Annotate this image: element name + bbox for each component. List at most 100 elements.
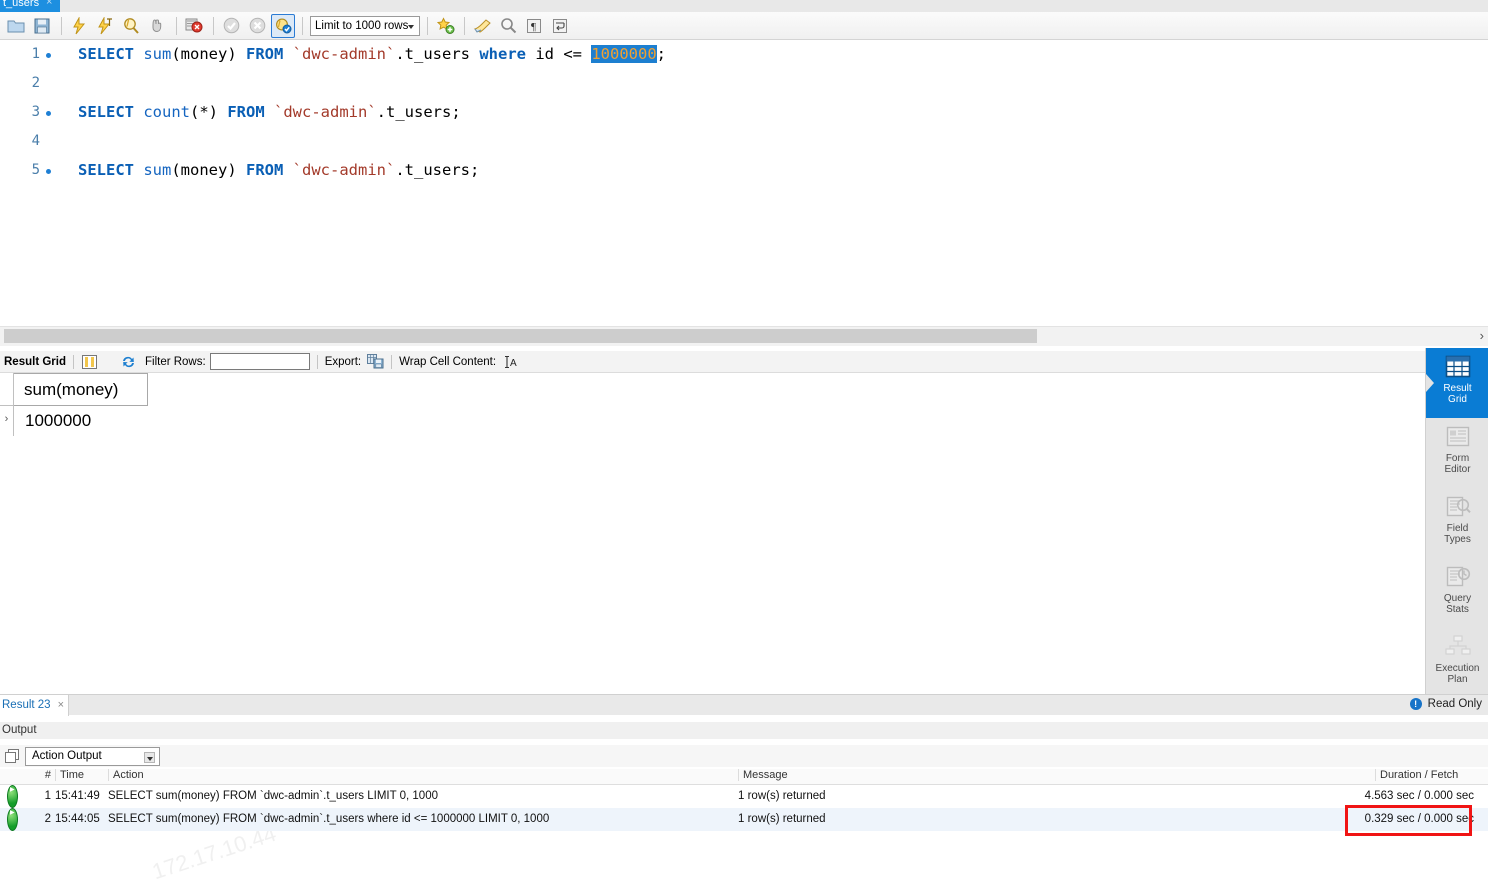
code-token: count <box>143 103 191 121</box>
code-token: ; <box>656 45 666 63</box>
grid-column-header-sum-money[interactable]: sum(money) <box>14 373 148 406</box>
code-line[interactable]: 4 <box>0 127 1488 156</box>
output-section-label: Output <box>0 722 1488 739</box>
chevron-right-icon[interactable]: › <box>1480 328 1484 343</box>
toolbar-separator <box>176 16 177 35</box>
result-grid-toolbar: Result Grid Filter Rows: Export: Wrap Ce… <box>0 351 1488 373</box>
sidebar-item-query-stats[interactable]: Query Stats <box>1426 558 1488 628</box>
wrap-long-lines-icon[interactable] <box>548 14 572 38</box>
code-token: SELECT <box>78 161 134 179</box>
execute-statement-icon[interactable] <box>67 14 91 38</box>
close-icon[interactable]: × <box>58 699 64 711</box>
editor-horizontal-scrollbar[interactable]: › <box>0 326 1488 346</box>
sidebar-item-field-types[interactable]: Field Types <box>1426 488 1488 558</box>
save-sql-script-icon[interactable] <box>30 14 54 38</box>
message-cell: 1 row(s) returned <box>738 790 826 802</box>
svg-text:A: A <box>510 358 517 369</box>
row-marker: › <box>0 406 14 436</box>
toggle-invisible-chars-icon[interactable]: ¶ <box>522 14 546 38</box>
grid-columns-icon[interactable] <box>81 353 98 370</box>
action-cell: SELECT sum(money) FROM `dwc-admin`.t_use… <box>108 790 438 802</box>
code-text: SELECT sum(money) FROM `dwc-admin`.t_use… <box>78 40 666 69</box>
export-icon[interactable] <box>367 353 384 370</box>
tabstrip-empty-area <box>60 0 1488 12</box>
time-cell: 15:41:49 <box>55 790 100 802</box>
form-editor-icon <box>1443 424 1473 450</box>
code-line[interactable]: 3 SELECT count(*) FROM `dwc-admin`.t_user… <box>0 98 1488 127</box>
result-tab-bar: Result 23 × ! Read Only <box>0 694 1488 716</box>
explain-statement-icon[interactable] <box>119 14 143 38</box>
stop-statement-icon[interactable] <box>145 14 169 38</box>
wrap-cell-content-icon[interactable]: A <box>502 353 519 370</box>
grid-cell-sum-money[interactable]: 1000000 <box>15 406 148 436</box>
table-row[interactable]: 2 15:44:05 SELECT sum(money) FROM `dwc-a… <box>0 808 1488 831</box>
output-toolbar: Action Output <box>0 745 1488 767</box>
result-grid[interactable]: sum(money) › 1000000 <box>0 373 1425 693</box>
execute-current-statement-icon[interactable] <box>93 14 117 38</box>
beautify-sql-icon[interactable] <box>470 14 494 38</box>
toolbar-separator <box>464 16 465 35</box>
output-table-header: # Time Action Message Duration / Fetch <box>0 769 1488 785</box>
filter-rows-label: Filter Rows: <box>144 355 206 368</box>
editor-tab-label: t_users <box>3 0 40 9</box>
find-icon[interactable] <box>496 14 520 38</box>
info-icon: ! <box>1409 698 1422 710</box>
read-only-label: Read Only <box>1427 698 1482 710</box>
sidebar-item-label: Form <box>1445 453 1470 464</box>
output-type-value: Action Output <box>32 750 102 762</box>
separator <box>72 354 74 369</box>
code-token: FROM <box>227 103 265 121</box>
success-icon <box>7 785 18 808</box>
row-limit-select[interactable]: Limit to 1000 rows <box>310 15 420 36</box>
code-line[interactable]: 5 SELECT sum(money) FROM `dwc-admin`.t_us… <box>0 156 1488 185</box>
index-cell: 1 <box>44 790 51 802</box>
field-types-icon <box>1443 494 1473 520</box>
rollback-icon[interactable] <box>245 14 269 38</box>
code-token: `dwc-admin` <box>292 161 396 179</box>
close-icon[interactable]: × <box>46 0 52 8</box>
commit-icon[interactable] <box>219 14 243 38</box>
sql-editor[interactable]: 1 SELECT sum(money) FROM `dwc-admin`.t_us… <box>0 40 1488 326</box>
duration-cell: 0.329 sec / 0.000 sec <box>1364 813 1474 825</box>
grid-corner-cell <box>0 373 14 406</box>
save-snippet-icon[interactable] <box>433 14 457 38</box>
statement-marker-icon <box>46 111 51 116</box>
code-token: `dwc-admin` <box>274 103 377 121</box>
line-number: 1 <box>31 46 40 62</box>
sidebar-item-label: Result <box>1443 383 1472 394</box>
code-text: SELECT sum(money) FROM `dwc-admin`.t_use… <box>78 156 479 185</box>
chevron-down-icon[interactable] <box>144 751 155 763</box>
open-sql-script-icon[interactable] <box>4 14 28 38</box>
table-row[interactable]: › 1000000 <box>0 406 1425 436</box>
output-panel-icon[interactable] <box>4 748 20 765</box>
output-type-select[interactable]: Action Output <box>25 746 160 766</box>
line-number: 4 <box>31 133 40 149</box>
code-token: 1000000 <box>591 45 657 63</box>
result-tab-label: Result 23 <box>2 699 51 711</box>
result-grid-title: Result Grid <box>4 355 66 368</box>
table-row[interactable]: 1 15:41:49 SELECT sum(money) FROM `dwc-a… <box>0 785 1488 808</box>
result-tab-result-23[interactable]: Result 23 × <box>0 694 70 716</box>
code-line[interactable]: 2 <box>0 69 1488 98</box>
code-token: .t_users <box>395 45 480 63</box>
line-number: 5 <box>31 162 40 178</box>
row-limit-value: Limit to 1000 rows <box>315 19 409 32</box>
sidebar-item-execution-plan[interactable]: Execution Plan <box>1426 628 1488 698</box>
action-column-header: Action <box>108 769 728 781</box>
index-column-header: # <box>44 769 51 781</box>
sidebar-item-result-grid[interactable]: Result Grid <box>1426 348 1488 418</box>
sidebar-item-label: Plan <box>1447 674 1468 685</box>
code-token: sum <box>143 45 172 63</box>
toggle-stop-on-error-icon[interactable] <box>182 14 206 38</box>
scrollbar-thumb[interactable] <box>4 329 1037 343</box>
autocommit-icon[interactable] <box>271 13 295 38</box>
time-column-header: Time <box>55 769 115 781</box>
sidebar-item-form-editor[interactable]: Form Editor <box>1426 418 1488 488</box>
code-token: .t_users; <box>395 161 480 179</box>
code-line[interactable]: 1 SELECT sum(money) FROM `dwc-admin`.t_us… <box>0 40 1488 69</box>
filter-rows-input[interactable] <box>209 353 310 370</box>
code-token: FROM <box>246 161 284 179</box>
statement-marker-icon <box>46 169 51 174</box>
refresh-icon[interactable] <box>120 353 137 370</box>
